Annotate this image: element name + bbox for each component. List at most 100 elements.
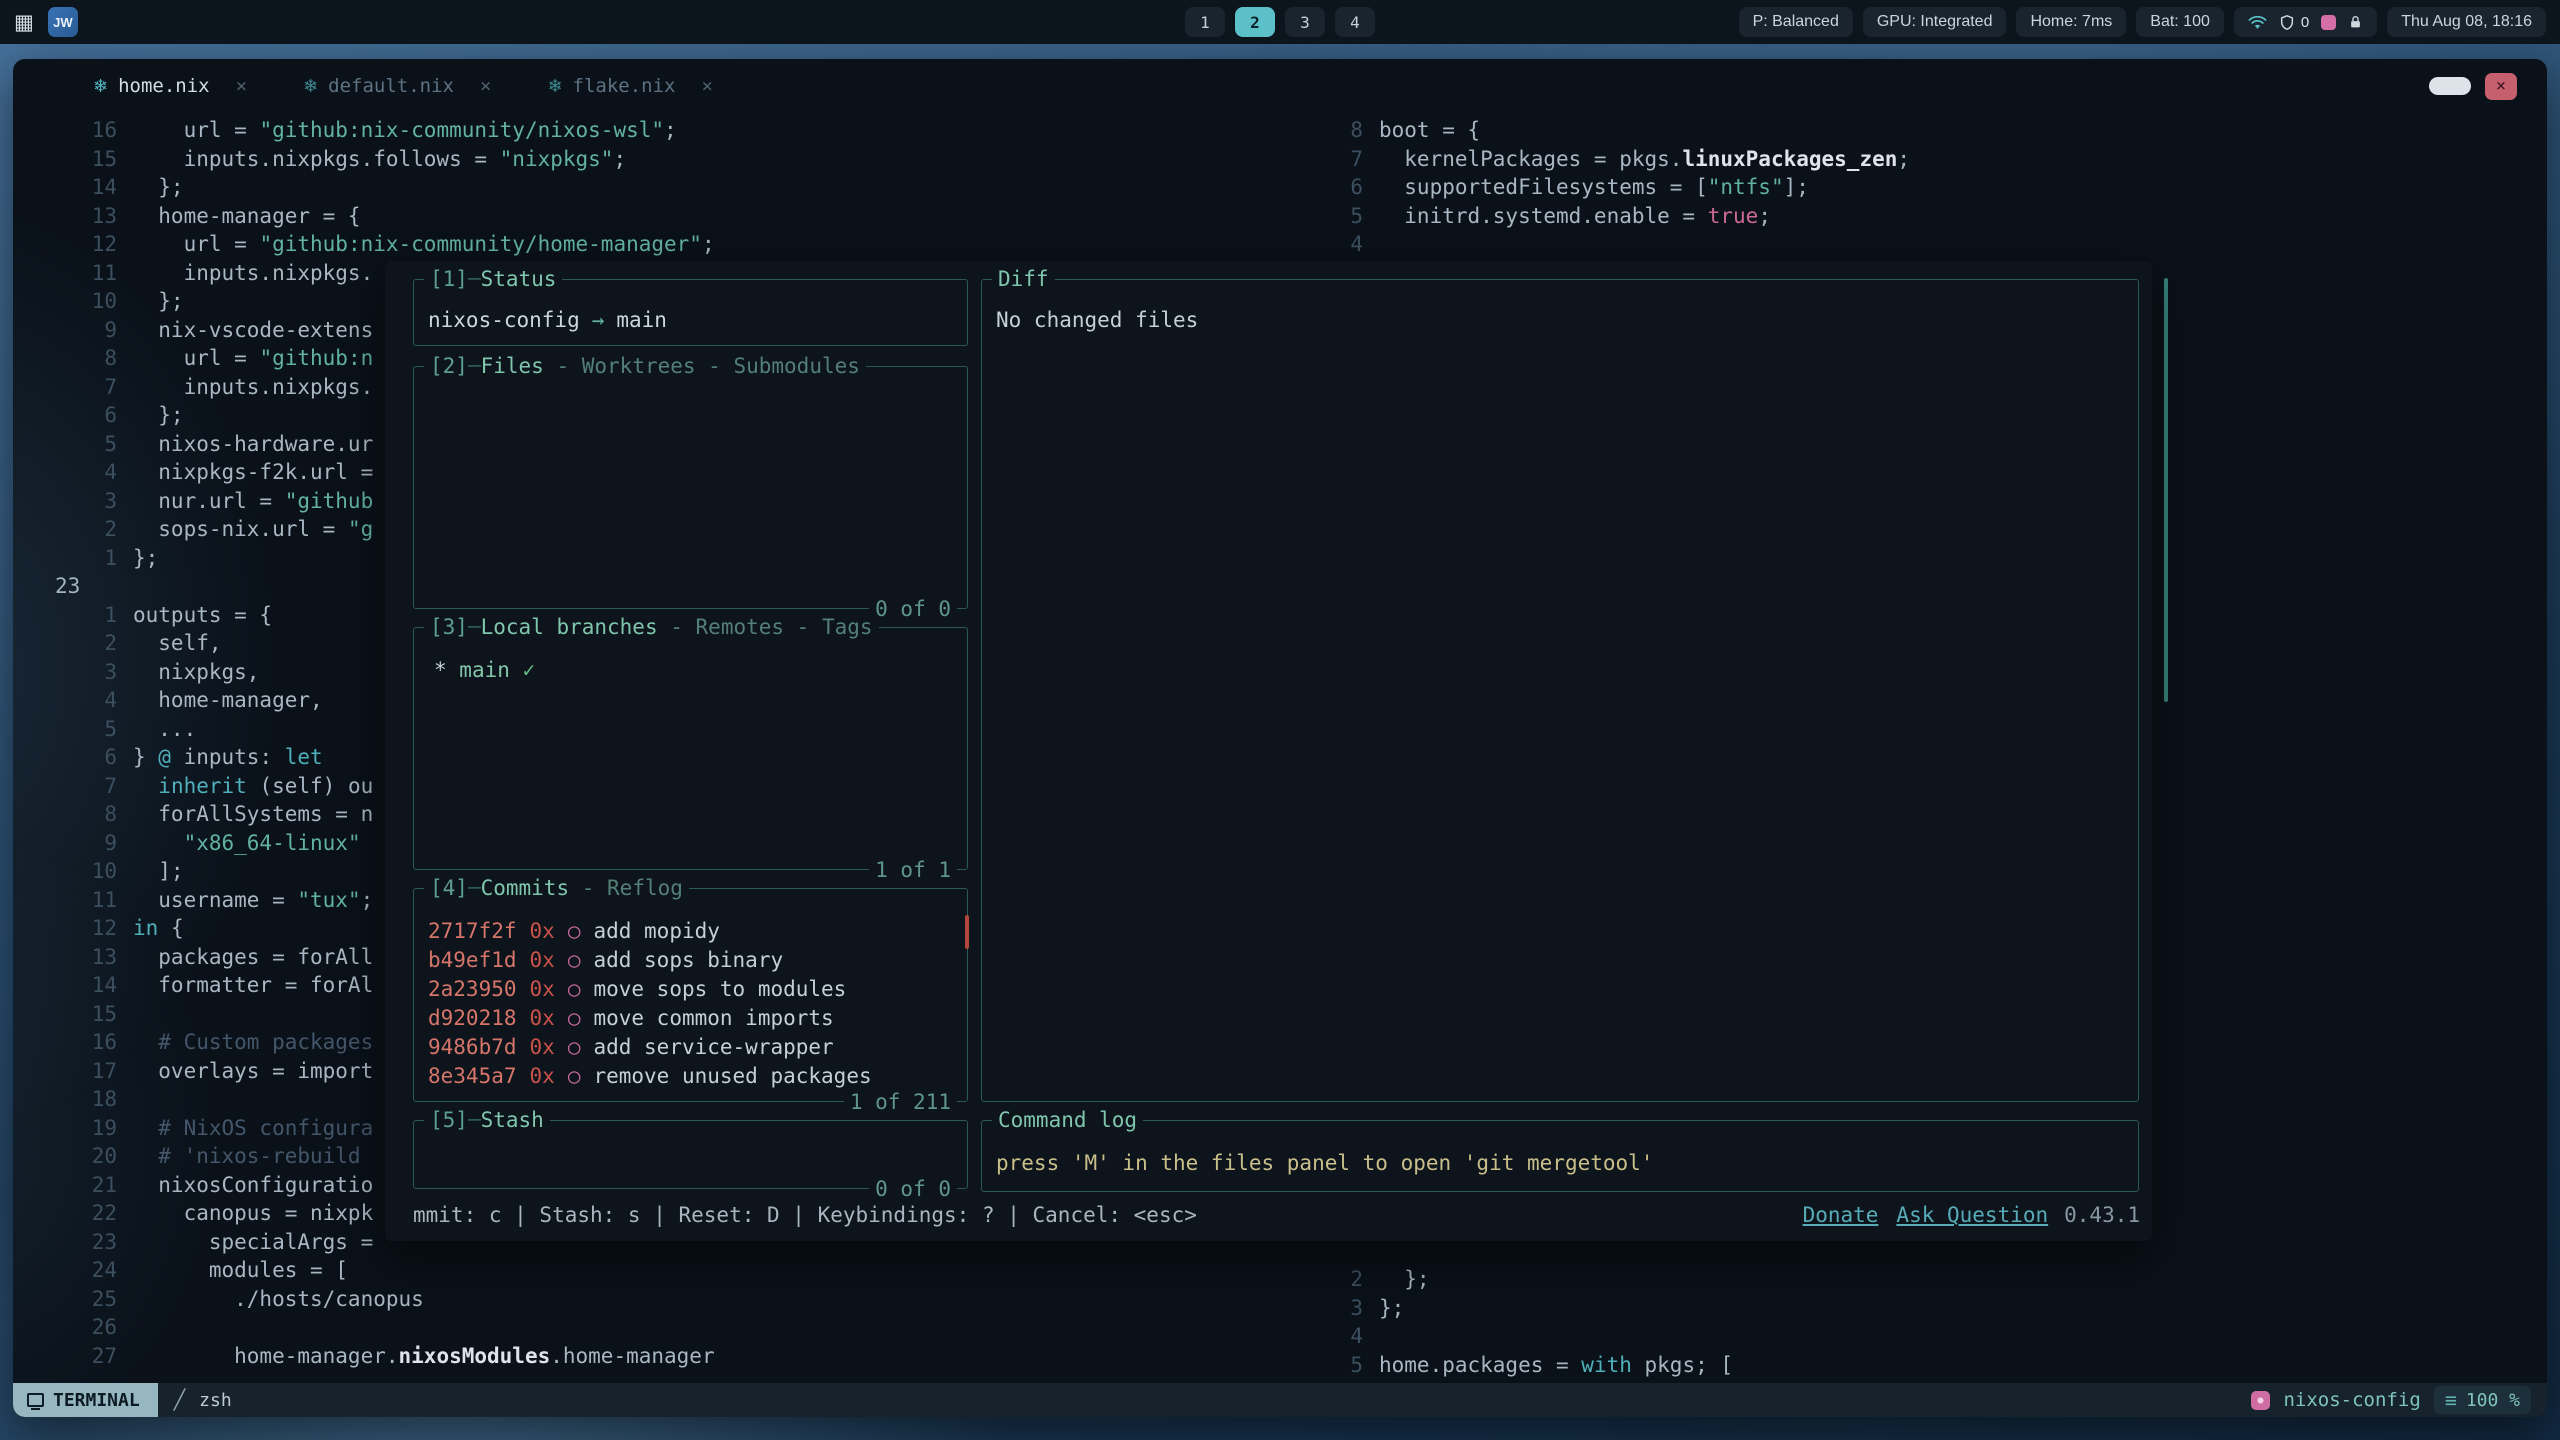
line-number: 3 [1323,1294,1363,1323]
editor-right-pane-top[interactable]: 8boot = {7 kernelPackages = pkgs.linuxPa… [1323,116,1910,259]
topbar-left: ▦ JW [14,7,78,37]
commits-scrollbar[interactable] [965,915,969,949]
tab-label: default.nix [328,75,454,97]
line-number: 17 [43,1057,117,1086]
tab-home.nix[interactable]: ❄ home.nix × [93,75,247,97]
line-number: 14 [43,173,117,202]
window-controls: × [2429,73,2517,100]
session-icon [2251,1391,2270,1410]
tab-close-icon[interactable]: × [236,75,247,97]
workspace-button-3[interactable]: 3 [1285,7,1325,37]
shell-tab-label[interactable]: zsh [199,1390,232,1411]
lazygit-branches-panel[interactable]: [3]─Local branches - Remotes - Tags 1 of… [413,627,968,870]
module-p: P: Balanced [1739,7,1853,37]
editor-right-pane-bottom[interactable]: 2 };3};45home.packages = with pkgs; [ [1323,1265,1733,1379]
tab-flake.nix[interactable]: ❄ flake.nix × [547,75,713,97]
top-bar: ▦ JW 1234 P: BalancedGPU: IntegratedHome… [0,0,2560,44]
logo-badge[interactable]: JW [48,7,78,37]
arrow-icon: → [592,308,605,332]
line-number: 16 [43,1028,117,1057]
code-line: 13 home-manager = { [43,202,715,231]
line-number: 25 [43,1285,117,1314]
line-number: 10 [43,287,117,316]
line-number: 8 [43,344,117,373]
line-number: 5 [1323,202,1363,231]
tab-default.nix[interactable]: ❄default.nix× [303,75,491,97]
code-line: 24 modules = [ [43,1256,715,1285]
line-number: 2 [1323,1265,1363,1294]
commit-row[interactable]: 9486b7d0x○add service-wrapper [428,1033,953,1062]
files-count: 0 of 0 [869,597,957,621]
terminal-mode-chip: TERMINAL [13,1383,158,1417]
lazygit-version: 0.43.1 [2064,1203,2140,1227]
line-number: 15 [43,1000,117,1029]
workspace-button-4[interactable]: 4 [1335,7,1375,37]
lazygit-commits-panel[interactable]: [4]─Commits - Reflog 1 of 211 2717f2f0x○… [413,888,968,1102]
tab-label: home.nix [118,75,210,97]
line-number: 10 [43,857,117,886]
lazygit-overlay: [1]─Status nixos-config→main [2]─Files -… [385,261,2152,1241]
line-number: 2 [43,515,117,544]
code-line: 5 initrd.systemd.enable = true; [1323,202,1910,231]
app-launcher-icon[interactable]: ▦ [14,10,34,34]
line-number: 7 [43,373,117,402]
line-number: 16 [43,116,117,145]
nix-snowflake-icon: ❄ [547,76,562,97]
branch-row[interactable]: * main ✓ [434,656,953,685]
line-number: 5 [1323,1351,1363,1380]
line-number: 1 [43,601,117,630]
code-line: 7 kernelPackages = pkgs.linuxPackages_ze… [1323,145,1910,174]
line-number: 11 [43,886,117,915]
line-number: 26 [43,1313,117,1342]
line-number: 18 [43,1085,117,1114]
line-number: 6 [43,743,117,772]
code-line: 14 }; [43,173,715,202]
commit-row[interactable]: 2a239500x○move sops to modules [428,975,953,1004]
workspace-button-1[interactable]: 1 [1185,7,1225,37]
lazygit-link-ask-question[interactable]: Ask Question [1896,1203,2048,1227]
line-number: 9 [43,829,117,858]
commit-row[interactable]: 8e345a70x○remove unused packages [428,1062,953,1091]
shield-count: 0 [2301,14,2309,31]
code-line: 5home.packages = with pkgs; [ [1323,1351,1733,1380]
line-number: 12 [43,914,117,943]
workspace-button-2[interactable]: 2 [1235,7,1275,37]
toggle-pill[interactable] [2429,77,2471,95]
line-number: 11 [43,259,117,288]
code-line: 4 [1323,1322,1733,1351]
lazygit-stash-panel[interactable]: [5]─Stash 0 of 0 [413,1120,968,1189]
line-number: 7 [43,772,117,801]
commit-row[interactable]: b49ef1d0x○add sops binary [428,946,953,975]
commit-row[interactable]: 2717f2f0x○add mopidy [428,917,953,946]
terminal-window: ❄home.nix×❄default.nix×❄flake.nix× × 16 … [13,59,2547,1417]
line-number: 2 [43,629,117,658]
command-log-title: Command log [992,1108,1143,1132]
line-number: 19 [43,1114,117,1143]
lazygit-command-log-panel[interactable]: Command log press 'M' in the files panel… [981,1120,2139,1192]
window-close-button[interactable]: × [2485,73,2517,100]
command-log-content: press 'M' in the files panel to open 'gi… [982,1121,2138,1183]
editor-scrollbar[interactable] [2164,278,2168,702]
commits-panel-title: [4]─Commits - Reflog [424,876,689,900]
line-number: 6 [1323,173,1363,202]
code-line: 15 inputs.nixpkgs.follows = "nixpkgs"; [43,145,715,174]
session-name: nixos-config [2283,1389,2420,1411]
stash-panel-title: [5]─Stash [424,1108,550,1132]
lazygit-files-panel[interactable]: [2]─Files - Worktrees - Submodules 0 of … [413,366,968,609]
tabs: ❄home.nix×❄default.nix×❄flake.nix× [93,75,713,97]
line-number: 12 [43,230,117,259]
tab-label: flake.nix [573,75,676,97]
line-number: 21 [43,1171,117,1200]
line-number: 4 [1323,230,1363,259]
lazygit-link-donate[interactable]: Donate [1803,1203,1879,1227]
code-line: 26 [43,1313,715,1342]
percent-value: 100 % [2466,1390,2520,1411]
nix-snowflake-icon: ❄ [93,76,108,97]
lazygit-diff-panel[interactable]: Diff No changed files [981,279,2139,1102]
tab-close-icon[interactable]: × [480,75,491,97]
tab-close-icon[interactable]: × [702,75,713,97]
scroll-percent-pill: ≡ 100 % [2434,1386,2531,1414]
commit-row[interactable]: d9202180x○move common imports [428,1004,953,1033]
line-number: 4 [43,458,117,487]
lazygit-status-panel[interactable]: [1]─Status nixos-config→main [413,279,968,346]
